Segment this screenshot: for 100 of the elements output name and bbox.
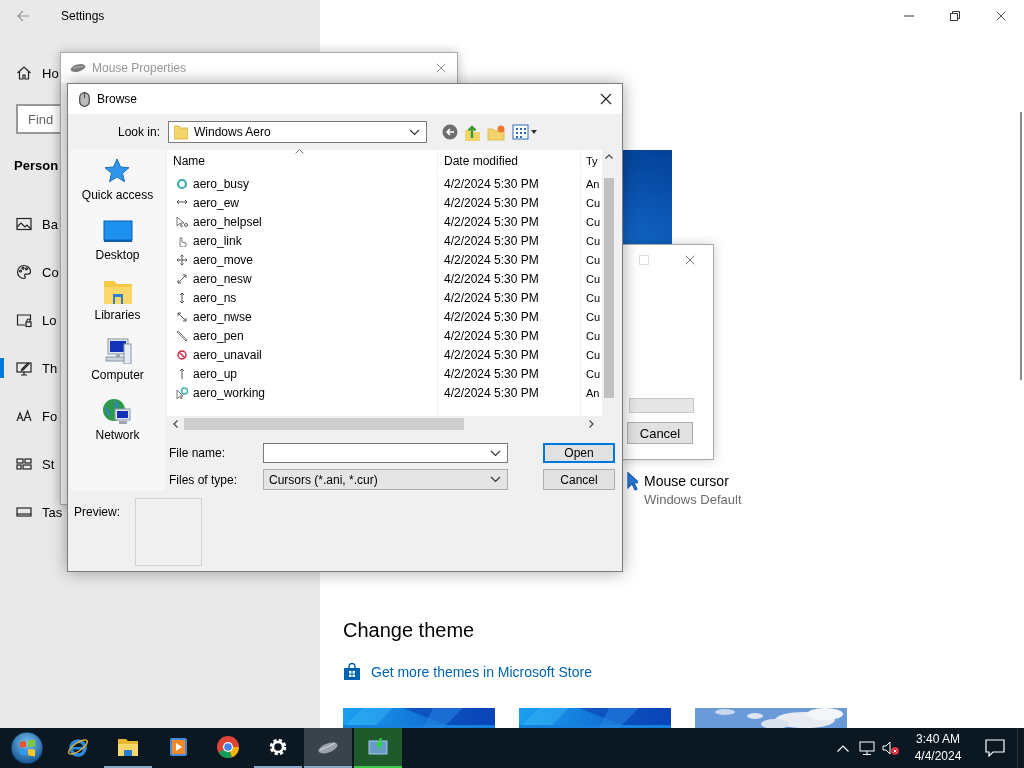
table-cell: 4/2/2024 5:30 PM: [444, 328, 539, 343]
cancel-button[interactable]: Cancel: [627, 422, 693, 444]
font-icon: [16, 408, 32, 424]
scroll-left-icon: [173, 420, 178, 428]
place-item[interactable]: Quick access: [81, 156, 154, 216]
file-item[interactable]: aero_nesw: [176, 269, 252, 288]
chevron-up-icon: [837, 744, 849, 752]
open-button[interactable]: Open: [543, 443, 615, 463]
window-title: Browse: [97, 92, 137, 106]
nav-item[interactable]: Tas: [0, 488, 63, 536]
file-item[interactable]: aero_unavail: [176, 345, 262, 364]
place-item[interactable]: Libraries: [94, 276, 141, 336]
busy-pointer-icon: [176, 386, 188, 399]
mouse-icon: [70, 63, 86, 73]
file-item[interactable]: aero_up: [176, 364, 238, 383]
view-menu-icon[interactable]: [512, 124, 538, 140]
new-folder-icon[interactable]: [487, 123, 506, 141]
file-item[interactable]: aero_helpsel: [176, 212, 262, 231]
image-icon: [16, 216, 32, 232]
diagonal-arrow-icon: [176, 272, 188, 285]
nav-item[interactable]: Lo: [0, 296, 57, 344]
file-item[interactable]: aero_nwse: [176, 307, 252, 326]
nav-item[interactable]: Co: [0, 248, 59, 296]
maximize-icon: [639, 255, 649, 265]
place-item[interactable]: Computer: [91, 336, 144, 396]
diagonal-arrow-icon: [176, 310, 188, 323]
table-cell: 4/2/2024 5:30 PM: [444, 214, 539, 229]
notification-icon: [985, 739, 1005, 757]
hand-icon: [176, 234, 188, 247]
pointer-icon: [176, 215, 188, 228]
ring-icon: [176, 177, 188, 190]
back-icon[interactable]: [442, 124, 458, 140]
close-icon: [435, 62, 447, 74]
file-item[interactable]: aero_link: [176, 231, 242, 250]
nav-item[interactable]: Th: [0, 344, 58, 392]
table-cell: Cu: [586, 196, 601, 209]
nav-item[interactable]: Fo: [0, 392, 58, 440]
cancel-button[interactable]: Cancel: [543, 469, 615, 490]
table-cell: Cu: [586, 272, 601, 285]
table-cell: An: [586, 386, 600, 399]
tiles-icon: [16, 456, 32, 472]
table-cell: 4/2/2024 5:30 PM: [444, 271, 539, 286]
column-header[interactable]: Name: [167, 150, 438, 172]
up-folder-icon[interactable]: [464, 123, 481, 141]
store-link[interactable]: Get more themes in Microsoft Store: [371, 664, 592, 680]
file-item[interactable]: aero_pen: [176, 326, 244, 345]
column-header[interactable]: Date modified: [438, 150, 581, 172]
file-item[interactable]: aero_move: [176, 250, 254, 269]
preview-box: [135, 498, 202, 566]
column-header[interactable]: Ty: [581, 150, 602, 172]
look-in-dropdown[interactable]: Windows Aero: [168, 121, 427, 143]
table-cell: 4/2/2024 5:30 PM: [444, 309, 539, 324]
file-item[interactable]: aero_ew: [176, 193, 240, 212]
folder-icon: [174, 124, 188, 140]
close-icon: [684, 254, 696, 266]
field-label: Preview:: [74, 504, 121, 521]
input-field[interactable]: [629, 398, 694, 413]
clock[interactable]: 3:40 AM 4/4/2024: [903, 728, 973, 768]
restore-icon: [950, 11, 960, 21]
scroll-thumb[interactable]: [184, 418, 464, 430]
table-cell: Cu: [586, 310, 601, 323]
table-cell: 4/2/2024 5:30 PM: [444, 366, 539, 381]
window-title: Settings: [61, 9, 105, 23]
table-cell: 4/2/2024 5:30 PM: [444, 290, 539, 305]
scrollbar[interactable]: [1020, 112, 1022, 380]
place-item[interactable]: Desktop: [95, 216, 140, 276]
nav-item[interactable]: St: [0, 440, 55, 488]
pointer-icon: [627, 472, 638, 491]
nav-item[interactable]: Ho: [0, 60, 59, 86]
table-cell: Cu: [586, 234, 601, 247]
orb-icon: [10, 731, 44, 765]
file-item[interactable]: aero_ns: [176, 288, 237, 307]
store-bag-icon: [343, 663, 361, 681]
pen-icon: [176, 329, 188, 342]
file-type-dropdown[interactable]: Cursors (*.ani, *.cur): [263, 469, 508, 490]
section-heading: Change theme: [343, 618, 475, 643]
table-cell: Cu: [586, 329, 601, 342]
table-cell: 4/2/2024 5:30 PM: [444, 176, 539, 191]
close-icon: [995, 10, 1007, 22]
field-label: Look in:: [116, 125, 160, 139]
back-arrow-icon: [16, 9, 30, 23]
place-item[interactable]: Network: [95, 396, 140, 456]
table-cell: Cu: [586, 215, 601, 228]
file-item[interactable]: aero_working: [176, 383, 266, 402]
move-icon: [176, 253, 188, 266]
window-title: Mouse Properties: [92, 61, 187, 75]
file-item[interactable]: aero_busy: [176, 174, 250, 193]
lock-screen-icon: [16, 312, 32, 328]
mouse-icon: [79, 91, 90, 107]
scroll-thumb[interactable]: [603, 178, 614, 398]
field-label: Files of type:: [168, 472, 239, 487]
close-icon: [599, 92, 613, 106]
file-name-field[interactable]: [263, 443, 508, 463]
setting-value: Windows Default: [644, 491, 742, 509]
nav-item[interactable]: Ba: [0, 200, 58, 248]
taskbar-icon: [16, 504, 32, 520]
setting-title: Mouse cursor: [644, 472, 730, 491]
theme-icon: [16, 360, 32, 376]
scroll-right-icon: [589, 420, 594, 428]
clock-date: 4/4/2024: [914, 748, 962, 765]
